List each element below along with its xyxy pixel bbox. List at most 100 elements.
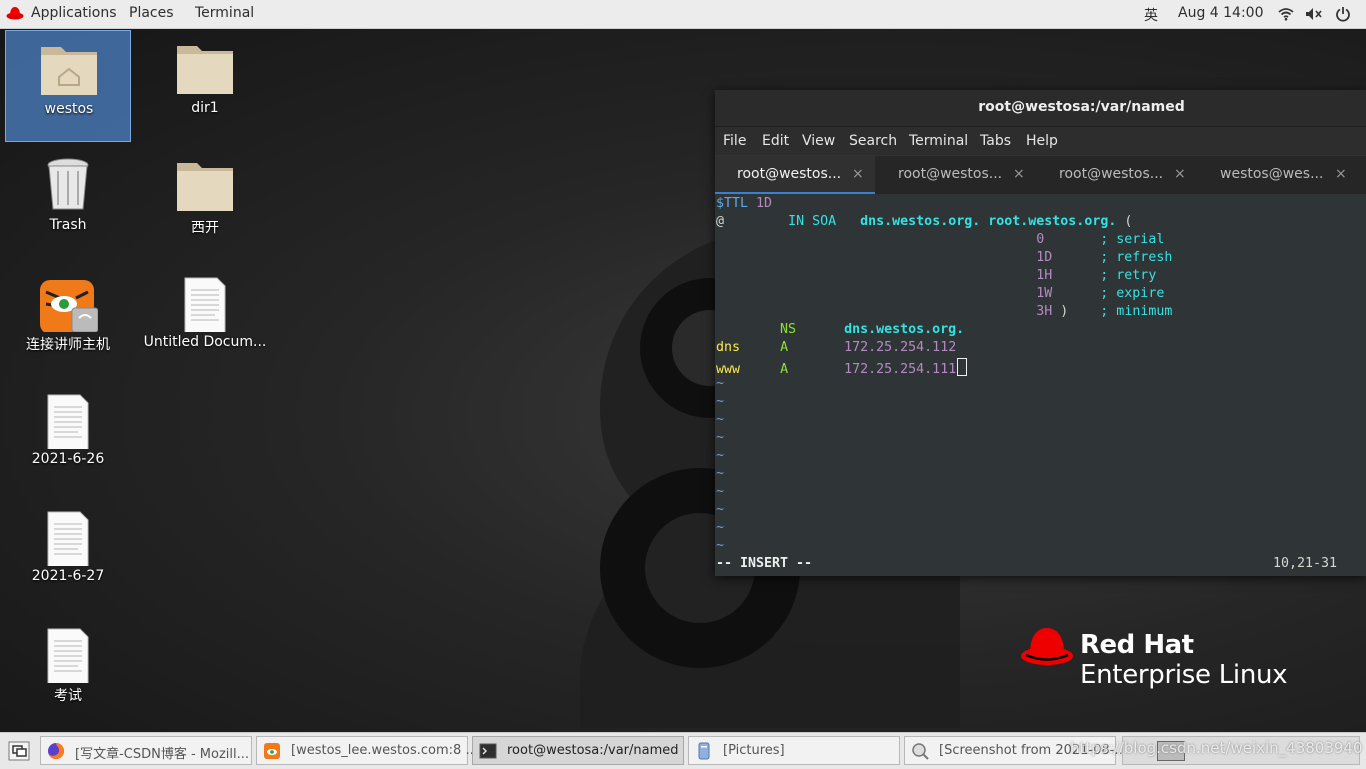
empty-line-marker: ~ [716,412,725,427]
menu-file[interactable]: File [723,133,746,149]
menu-terminal[interactable]: Terminal [909,133,968,149]
desktop-icon-untitled-document[interactable]: Untitled Docum... [142,264,268,376]
zone-line-6: 1W ; expire [1036,286,1165,301]
redhat-hat-logo-icon [1021,628,1073,665]
brand-line-2: Enterprise Linux [1080,660,1288,690]
vim-mode-indicator: -- INSERT -- [716,556,813,571]
wifi-icon[interactable] [1278,7,1294,21]
taskbar-item-label: [Pictures] [723,743,785,758]
terminal-menubar: File Edit View Search Terminal Tabs Help [715,127,1366,155]
empty-line-marker: ~ [716,538,725,553]
terminal-tab-4[interactable]: westos@wes... × [1198,156,1358,194]
menu-view[interactable]: View [802,133,835,149]
empty-line-marker: ~ [716,484,725,499]
clock[interactable]: Aug 4 14:00 [1178,5,1264,21]
places-menu[interactable]: Places [129,5,174,21]
trash-icon [47,158,89,210]
close-icon[interactable]: × [1174,166,1186,182]
remote-viewer-icon [264,743,280,759]
menu-search[interactable]: Search [849,133,897,149]
desktop-icon-2021-6-26[interactable]: 2021-6-26 [5,381,131,493]
taskbar-item-pictures[interactable]: [Pictures] [688,736,900,765]
desktop-icon-trash[interactable]: Trash [5,147,131,259]
terminal-titlebar[interactable]: root@westosa:/var/named [715,90,1366,127]
taskbar-item-remote-viewer[interactable]: [westos_lee.westos.com:8 ... [256,736,478,765]
zone-line-10: www A 172.25.254.111 [716,358,968,377]
file-manager-icon [698,742,710,760]
top-panel: Applications Places Terminal 英 Aug 4 14:… [0,0,1366,29]
brand-line-1: Red Hat [1080,630,1194,660]
taskbar-item-label: root@westosa:/var/named [507,743,679,758]
document-icon [47,394,89,449]
empty-line-marker: ~ [716,448,725,463]
close-icon[interactable]: × [1013,166,1025,182]
terminal-title: root@westosa:/var/named [978,99,1185,115]
desktop-icon-label: 连接讲师主机 [26,337,110,353]
empty-line-marker: ~ [716,466,725,481]
zone-line-4: 1D ; refresh [1036,250,1173,265]
desktop-icon-label: 西开 [191,220,219,236]
terminal-tab-1[interactable]: root@westos... × [715,156,875,194]
home-folder-icon [41,47,97,95]
screenshot-icon [912,743,929,760]
desktop-icon-dir1[interactable]: dir1 [142,30,268,142]
show-desktop-icon[interactable] [8,741,30,761]
terminal-editor-area[interactable]: $TTL 1D @ IN SOA dns.westos.org. root.we… [715,194,1366,576]
redhat-brand-logo: Red Hat Enterprise Linux [1020,626,1300,696]
menu-edit[interactable]: Edit [762,133,789,149]
desktop-icon-exam[interactable]: 考试 [5,615,131,727]
input-method-indicator[interactable]: 英 [1144,5,1158,25]
desktop-icon-label: 2021-6-27 [31,568,105,584]
empty-line-marker: ~ [716,430,725,445]
folder-icon [177,46,233,94]
redhat-hat-icon [6,7,24,20]
empty-line-marker: ~ [716,520,725,535]
watermark: https://blog.csdn.net/weixin_43803940 [1070,739,1363,757]
terminal-tab-3[interactable]: root@westos... × [1037,156,1197,194]
document-icon [184,277,226,332]
document-icon [47,628,89,683]
document-icon [47,511,89,566]
applications-menu[interactable]: Applications [31,5,117,21]
tab-label: root@westos... [737,166,842,182]
empty-line-marker: ~ [716,376,725,391]
zone-line-8: NS dns.westos.org. [780,322,965,337]
desktop-icon-westos[interactable]: westos [5,30,131,142]
vim-cursor-position: 10,21-31 [1273,556,1338,571]
desktop-icon-label: 考试 [54,688,82,704]
folder-icon [177,163,233,211]
firefox-icon [48,743,64,759]
desktop-icon-2021-6-27[interactable]: 2021-6-27 [5,498,131,610]
desktop-icon-xikai[interactable]: 西开 [142,147,268,259]
remote-viewer-icon [40,280,98,332]
zone-line-7: 3H ) ; minimum [1036,304,1173,319]
menu-help[interactable]: Help [1026,133,1058,149]
text-cursor [957,358,968,376]
tab-label: westos@wes... [1220,166,1324,182]
close-icon[interactable]: × [852,166,864,182]
terminal-tab-bar: root@westos... × root@westos... × root@w… [715,156,1366,194]
taskbar-item-label: [写文章-CSDN博客 - Mozill... [75,747,250,762]
zone-line-5: 1H ; retry [1036,268,1157,283]
empty-line-marker: ~ [716,502,725,517]
desktop-icon-label: Trash [49,217,87,233]
zone-line-1: $TTL 1D [716,196,773,211]
terminal-tab-2[interactable]: root@westos... × [876,156,1036,194]
desktop-icon-label: Untitled Docum... [143,334,267,350]
taskbar-item-firefox[interactable]: [写文章-CSDN博客 - Mozill... [40,736,252,765]
desktop-icon-label: dir1 [191,100,219,116]
taskbar-item-label: [westos_lee.westos.com:8 ... [291,743,478,758]
empty-line-marker: ~ [716,394,725,409]
volume-icon[interactable] [1305,7,1323,21]
terminal-window[interactable]: root@westosa:/var/named File Edit View S… [715,90,1366,576]
terminal-icon [479,743,497,759]
desktop-icon-connect-teacher-host[interactable]: 连接讲师主机 [5,264,131,376]
tab-label: root@westos... [898,166,1003,182]
taskbar-item-terminal[interactable]: root@westosa:/var/named [472,736,684,765]
tab-label: root@westos... [1059,166,1164,182]
close-icon[interactable]: × [1335,166,1347,182]
terminal-app-menu[interactable]: Terminal [195,5,254,21]
desktop-icon-label: 2021-6-26 [31,451,105,467]
menu-tabs[interactable]: Tabs [980,133,1011,149]
power-icon[interactable] [1335,6,1351,22]
